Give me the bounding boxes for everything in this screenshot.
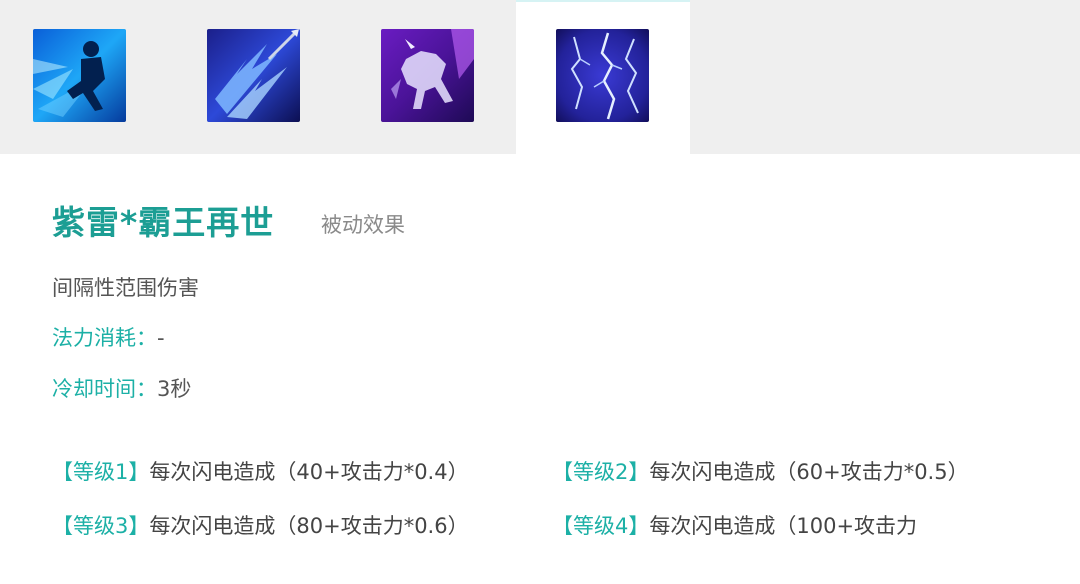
- level-text: 每次闪电造成（40+攻击力*0.4）: [149, 460, 469, 484]
- level-3-effect: 【等级3】每次闪电造成（80+攻击力*0.6）: [52, 510, 469, 540]
- level-label: 【等级3】: [52, 514, 150, 538]
- skill-name: 紫雷*霸王再世: [52, 203, 275, 242]
- level-4-effect: 【等级4】每次闪电造成（100+攻击力: [552, 510, 917, 540]
- cooldown-row: 冷却时间：3秒: [52, 373, 191, 403]
- thunder-horse-icon: [381, 29, 474, 122]
- skill-tab-2[interactable]: [174, 0, 348, 154]
- skill-type-label: 被动效果: [321, 213, 405, 237]
- mana-cost-value: -: [157, 326, 165, 350]
- skill-description: 间隔性范围伤害: [52, 276, 199, 300]
- level-label: 【等级4】: [552, 514, 650, 538]
- level-2-effect: 【等级2】每次闪电造成（60+攻击力*0.5）: [552, 456, 969, 486]
- cooldown-label: 冷却时间：: [52, 377, 157, 401]
- skill-tab-1[interactable]: [0, 0, 174, 154]
- level-text: 每次闪电造成（100+攻击力: [649, 514, 918, 538]
- mana-cost-label: 法力消耗：: [52, 326, 157, 350]
- skill-tab-strip: [0, 0, 1080, 154]
- level-1-effect: 【等级1】每次闪电造成（40+攻击力*0.4）: [52, 456, 469, 486]
- level-label: 【等级2】: [552, 460, 650, 484]
- purple-lightning-icon: [556, 29, 649, 122]
- mana-cost-row: 法力消耗：-: [52, 322, 165, 352]
- skill-detail-panel: 紫雷*霸王再世 被动效果 间隔性范围伤害 法力消耗：- 冷却时间：3秒 【等级1…: [0, 154, 1080, 584]
- skill-tab-4[interactable]: [516, 0, 690, 154]
- lightning-spear-icon: [207, 29, 300, 122]
- skill-tab-3[interactable]: [348, 0, 522, 154]
- level-text: 每次闪电造成（80+攻击力*0.6）: [149, 514, 469, 538]
- cooldown-value: 3秒: [157, 377, 192, 401]
- level-text: 每次闪电造成（60+攻击力*0.5）: [649, 460, 969, 484]
- sprint-icon: [33, 29, 126, 122]
- level-label: 【等级1】: [52, 460, 150, 484]
